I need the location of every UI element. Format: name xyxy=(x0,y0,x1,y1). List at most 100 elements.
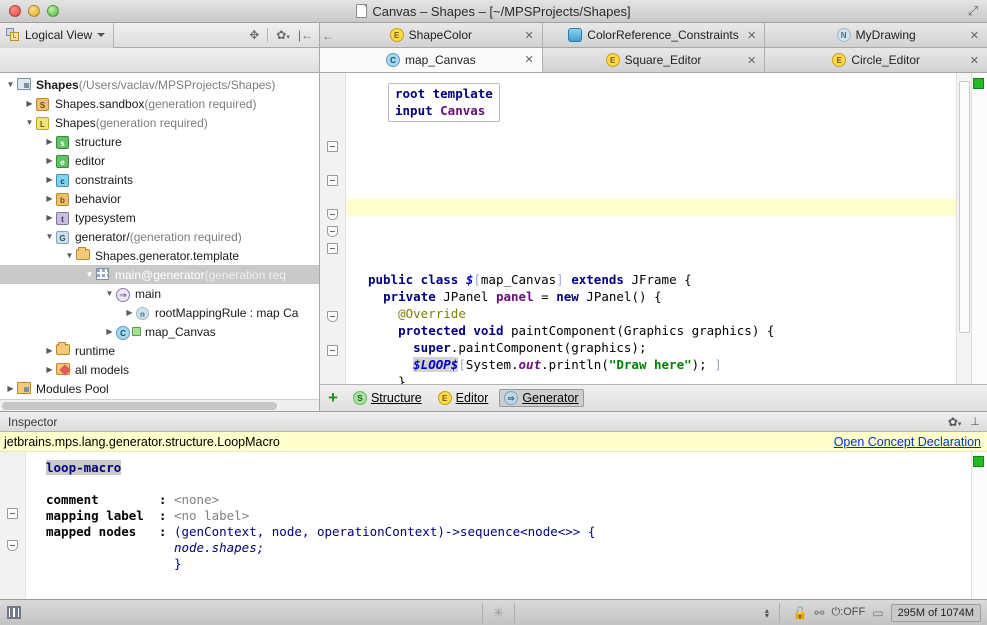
tree-row-structure[interactable]: ▶ s structure xyxy=(0,132,319,151)
settings-gear-icon[interactable]: ✿▾ xyxy=(948,415,962,429)
chevron-down-icon[interactable] xyxy=(97,33,105,37)
tab-square-editor[interactable]: E Square_Editor ✕ xyxy=(543,48,766,72)
code-editor-content[interactable]: root template input Canvas public class … xyxy=(346,73,987,384)
tree-twisty[interactable]: ▼ xyxy=(4,75,17,94)
tab-shapecolor[interactable]: ← E ShapeColor ✕ xyxy=(320,23,543,47)
tree-row-shapes-project[interactable]: ▼ Shapes (/Users/vaclav/MPSProjects/Shap… xyxy=(0,75,319,94)
add-aspect-button[interactable]: + xyxy=(326,389,342,408)
tab-structure[interactable]: S Structure xyxy=(348,389,427,407)
editor-scroll-thumb[interactable] xyxy=(959,81,970,333)
tree-twisty[interactable]: ▶ xyxy=(43,341,56,360)
fold-marker[interactable] xyxy=(7,508,18,519)
fold-marker[interactable] xyxy=(327,175,338,186)
close-window-button[interactable] xyxy=(9,5,21,17)
tree-row-runtime[interactable]: ▶ runtime xyxy=(0,341,319,360)
tree-twisty[interactable]: ▶ xyxy=(23,94,36,113)
close-tab-icon[interactable]: ✕ xyxy=(970,54,979,67)
close-tab-icon[interactable]: ✕ xyxy=(747,54,756,67)
tab-generator[interactable]: ⇨ Generator xyxy=(499,389,583,407)
tree-twisty[interactable]: ▼ xyxy=(63,246,76,265)
tree-twisty[interactable]: ▼ xyxy=(23,113,36,132)
tree-scroll-thumb[interactable] xyxy=(2,402,277,410)
tab-map-canvas[interactable]: C map_Canvas ✕ xyxy=(320,48,543,72)
tree-twisty[interactable]: ▶ xyxy=(103,322,116,341)
fold-marker[interactable] xyxy=(327,345,338,356)
tree-horizontal-scrollbar[interactable] xyxy=(0,399,319,411)
chevron-updown-icon[interactable]: ▴▾ xyxy=(765,608,769,618)
mapped-nodes-body-line1[interactable]: node.shapes; xyxy=(174,540,264,555)
collapse-all-icon[interactable]: |← xyxy=(298,29,313,41)
tree-twisty[interactable]: ▶ xyxy=(43,189,56,208)
hide-panel-icon[interactable]: ⊥ xyxy=(970,415,980,428)
logical-view-combo[interactable]: L Logical View xyxy=(0,23,114,48)
background-task-cell[interactable]: ✳ xyxy=(485,603,512,623)
editor-body[interactable]: root template input Canvas public class … xyxy=(320,73,987,384)
tree-row-modules-pool[interactable]: ▶ Modules Pool xyxy=(0,379,319,398)
property-value-mapping-label[interactable]: <no label> xyxy=(174,508,249,523)
close-tab-icon[interactable]: ✕ xyxy=(524,29,533,42)
tree-row-editor[interactable]: ▶ e editor xyxy=(0,151,319,170)
tree-twisty[interactable]: ▼ xyxy=(103,284,116,303)
close-tab-icon[interactable]: ✕ xyxy=(524,53,533,66)
lock-icon[interactable]: 🔓 xyxy=(792,606,807,620)
project-tree[interactable]: ▼ Shapes (/Users/vaclav/MPSProjects/Shap… xyxy=(0,73,319,399)
tree-row-constraints[interactable]: ▶ c constraints xyxy=(0,170,319,189)
inspector-gutter[interactable] xyxy=(0,452,26,599)
editor-error-stripe[interactable] xyxy=(971,73,987,384)
tree-twisty[interactable]: ▶ xyxy=(43,208,56,227)
minimize-window-button[interactable] xyxy=(28,5,40,17)
expand-window-icon[interactable]: ⤢ xyxy=(966,4,980,18)
tree-row-rootmappingrule[interactable]: ▶ n rootMappingRule : map Ca xyxy=(0,303,319,322)
event-log-icon[interactable]: ▭ xyxy=(872,606,883,620)
editor-gutter[interactable] xyxy=(320,73,346,384)
tabs-scroll-left-icon[interactable]: ← xyxy=(322,29,334,43)
tree-row-typesystem[interactable]: ▶ t typesystem xyxy=(0,208,319,227)
tab-editor[interactable]: E Editor xyxy=(433,389,494,407)
tree-twisty[interactable]: ▶ xyxy=(43,151,56,170)
inspector-body[interactable]: loop-macro comment : <none> mapping labe… xyxy=(0,452,987,599)
plugin-icon[interactable]: ⚯ xyxy=(814,606,824,620)
inspector-code[interactable]: loop-macro comment : <none> mapping labe… xyxy=(26,452,987,599)
tree-row-all-models[interactable]: ▶ all models xyxy=(0,360,319,379)
zoom-window-button[interactable] xyxy=(47,5,59,17)
inspector-no-errors-indicator[interactable] xyxy=(973,456,984,467)
tab-circle-editor[interactable]: E Circle_Editor ✕ xyxy=(765,48,987,72)
tree-row-shapes-language[interactable]: ▼ L Shapes (generation required) xyxy=(0,113,319,132)
window-traffic-lights[interactable] xyxy=(0,5,59,17)
tree-twisty[interactable]: ▶ xyxy=(4,379,17,398)
tab-colorreference-constraints[interactable]: c ColorReference_Constraints ✕ xyxy=(543,23,766,47)
fold-marker[interactable] xyxy=(327,209,338,220)
tab-mydrawing[interactable]: N MyDrawing ✕ xyxy=(765,23,987,47)
tree-row-generator-template-folder[interactable]: ▼ Shapes.generator.template xyxy=(0,246,319,265)
property-value-comment[interactable]: <none> xyxy=(174,492,219,507)
fold-marker[interactable] xyxy=(7,540,18,551)
close-tab-icon[interactable]: ✕ xyxy=(747,29,756,42)
tree-row-behavior[interactable]: ▶ b behavior xyxy=(0,189,319,208)
tree-twisty[interactable]: ▼ xyxy=(43,227,56,246)
open-concept-declaration-link[interactable]: Open Concept Declaration xyxy=(834,435,981,449)
power-save-toggle[interactable]: ⏻:OFF xyxy=(831,606,865,619)
fold-marker[interactable] xyxy=(327,226,338,237)
tree-row-main-mapping[interactable]: ▼ ⇒ main xyxy=(0,284,319,303)
tree-row-generator[interactable]: ▼ G generator/ (generation required) xyxy=(0,227,319,246)
memory-indicator[interactable]: 295M of 1074M xyxy=(891,604,981,622)
tree-twisty[interactable]: ▶ xyxy=(123,303,136,322)
toggle-toolwindows-icon[interactable] xyxy=(7,606,21,619)
close-tab-icon[interactable]: ✕ xyxy=(970,29,979,42)
tree-twisty[interactable]: ▶ xyxy=(43,132,56,151)
fold-marker[interactable] xyxy=(327,243,338,254)
tree-row-map-canvas[interactable]: ▶ C map_Canvas xyxy=(0,322,319,341)
tree-twisty[interactable]: ▼ xyxy=(83,265,96,284)
tree-twisty[interactable]: ▶ xyxy=(43,170,56,189)
no-errors-indicator[interactable] xyxy=(973,78,984,89)
inspector-error-stripe[interactable] xyxy=(971,452,987,599)
tree-row-shapes-sandbox[interactable]: ▶ S Shapes.sandbox (generation required) xyxy=(0,94,319,113)
settings-gear-icon[interactable]: ✿▾ xyxy=(276,29,290,41)
tree-twisty[interactable]: ▶ xyxy=(43,360,56,379)
fold-marker[interactable] xyxy=(327,311,338,322)
tree-row-main-generator[interactable]: ▼ main@generator (generation req xyxy=(0,265,319,284)
editor-vertical-scrollbar[interactable] xyxy=(956,73,971,384)
property-value-mapped-nodes[interactable]: (genContext, node, operationContext)->se… xyxy=(174,524,595,539)
scroll-from-source-icon[interactable]: ✥ xyxy=(249,29,259,41)
fold-marker[interactable] xyxy=(327,141,338,152)
